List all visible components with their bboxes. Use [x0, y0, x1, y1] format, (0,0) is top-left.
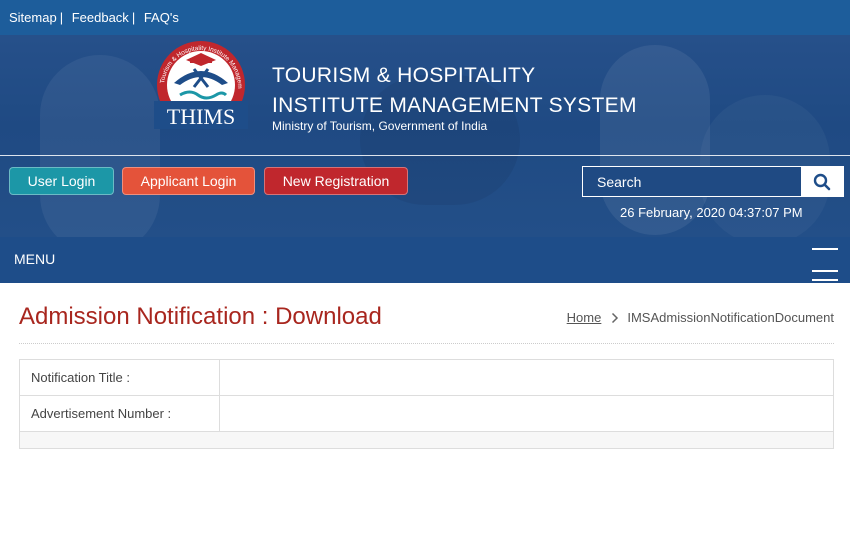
breadcrumb-current: IMSAdmissionNotificationDocument	[627, 310, 834, 325]
search-box	[582, 166, 844, 197]
site-title-line1: TOURISM & HOSPITALITY	[272, 64, 536, 87]
user-login-button[interactable]: User Login	[9, 167, 114, 195]
hamburger-line	[812, 279, 838, 281]
link-separator: |	[59, 10, 64, 25]
site-title-line2: INSTITUTE MANAGEMENT SYSTEM	[272, 94, 637, 117]
header-banner: Tourism & Hospitality Institute Manageme…	[0, 35, 850, 237]
header-divider	[0, 155, 850, 156]
hamburger-line	[812, 270, 838, 272]
logo-wordmark: THIMS	[167, 104, 235, 129]
search-button[interactable]	[801, 167, 843, 196]
link-separator: |	[131, 10, 136, 25]
page-title: Admission Notification : Download	[19, 303, 382, 330]
sitemap-link[interactable]: Sitemap	[9, 10, 57, 25]
search-input[interactable]	[583, 167, 802, 196]
site-subtitle: Ministry of Tourism, Government of India	[272, 119, 488, 133]
chevron-right-icon	[612, 312, 619, 323]
advertisement-number-value	[220, 396, 833, 431]
table-row: Notification Title :	[20, 360, 833, 396]
table-row: Advertisement Number :	[20, 396, 833, 432]
thims-logo[interactable]: Tourism & Hospitality Institute Manageme…	[150, 39, 252, 131]
notification-title-value	[220, 360, 833, 395]
banner-background-shape	[40, 55, 160, 237]
advertisement-number-label: Advertisement Number :	[20, 396, 220, 431]
feedback-link[interactable]: Feedback	[72, 10, 129, 25]
hamburger-icon[interactable]	[812, 247, 840, 281]
table-footer	[20, 432, 833, 448]
breadcrumb-home-link[interactable]: Home	[567, 310, 602, 325]
magnifier-icon	[813, 173, 831, 190]
title-divider	[19, 343, 834, 344]
utility-links: Sitemap | Feedback | FAQ's	[9, 10, 179, 25]
notification-title-label: Notification Title :	[20, 360, 220, 395]
faq-link[interactable]: FAQ's	[144, 10, 179, 25]
current-datetime: 26 February, 2020 04:37:07 PM	[620, 205, 803, 220]
top-utility-bar: Sitemap | Feedback | FAQ's	[0, 0, 850, 35]
breadcrumb: Home IMSAdmissionNotificationDocument	[567, 310, 834, 325]
menu-bar: MENU	[0, 237, 850, 283]
applicant-login-button[interactable]: Applicant Login	[122, 167, 255, 195]
new-registration-button[interactable]: New Registration	[264, 167, 408, 195]
hamburger-line	[812, 248, 838, 250]
menu-label[interactable]: MENU	[14, 251, 55, 267]
notification-detail-table: Notification Title : Advertisement Numbe…	[19, 359, 834, 449]
